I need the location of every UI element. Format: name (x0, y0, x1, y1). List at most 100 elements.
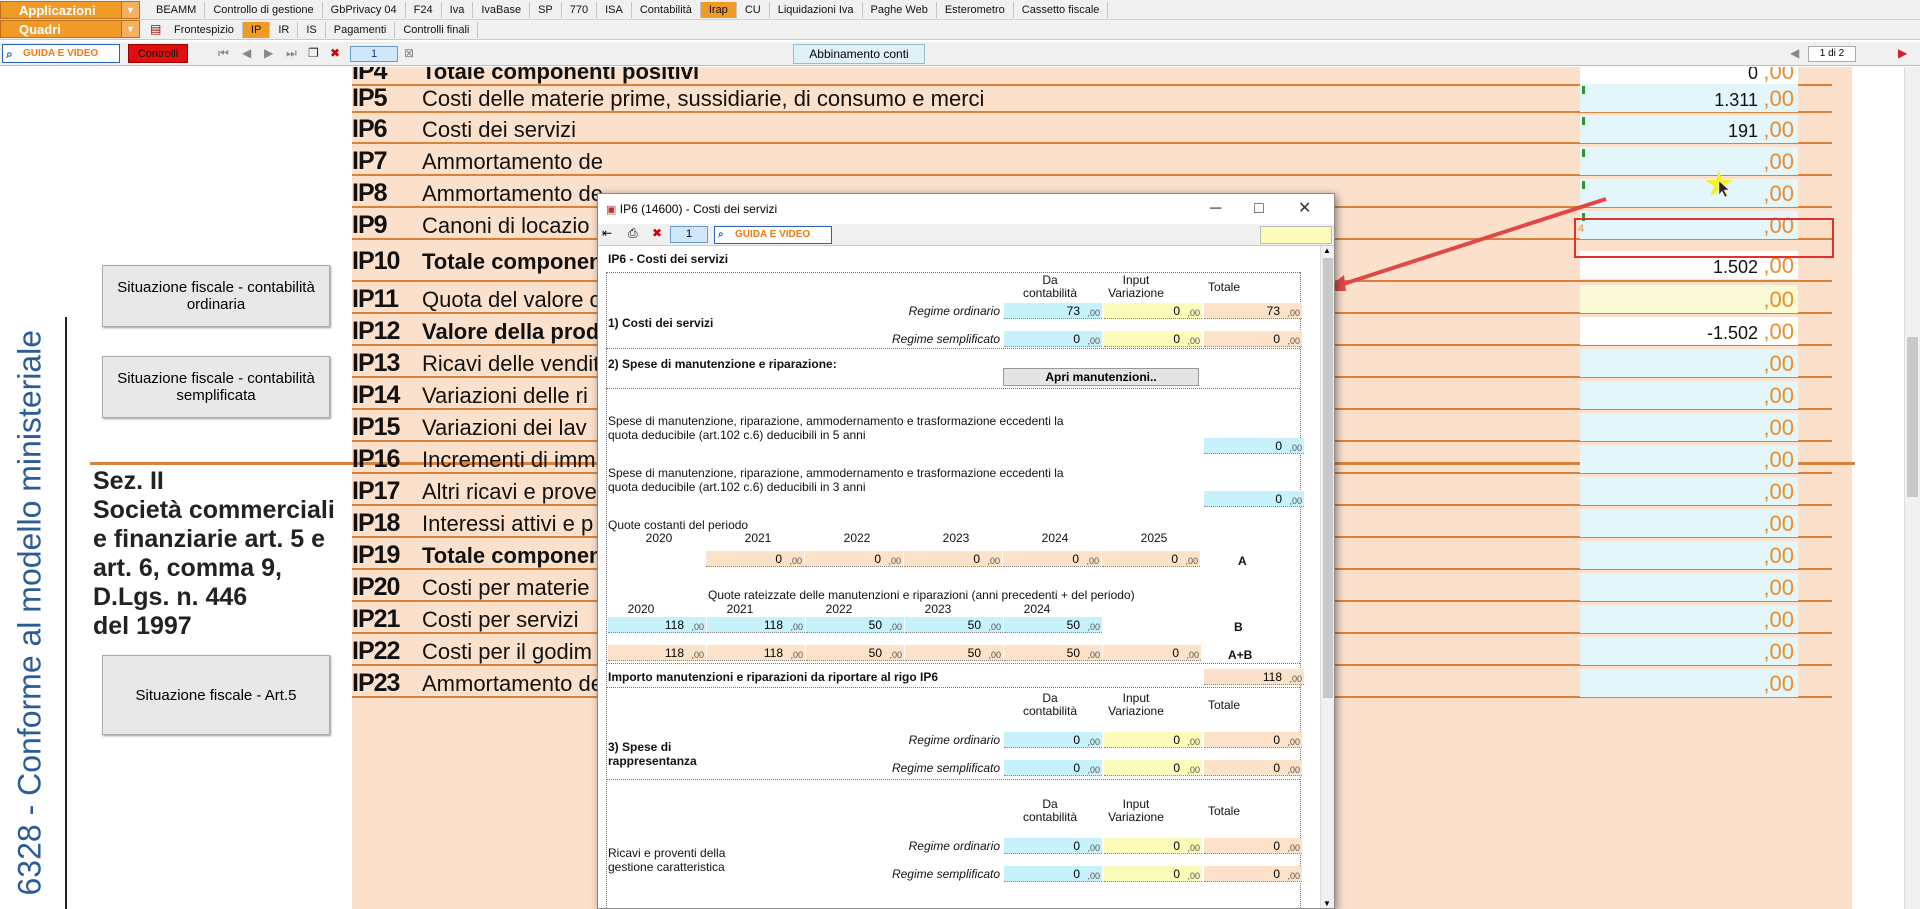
s1-sem-field-1[interactable]: 0,00 (1104, 331, 1202, 347)
applicazioni-dropdown[interactable]: Applicazioni ▼ (0, 0, 140, 19)
s1-ord-field-0[interactable]: 73,00 (1004, 303, 1102, 319)
page-number-field[interactable]: 1 (350, 46, 398, 62)
minimize-icon[interactable]: ─ (1210, 194, 1221, 224)
dialog-scrollbar[interactable]: ▲ ▼ (1320, 246, 1334, 908)
quota-b-field[interactable]: 50,00 (806, 617, 904, 633)
menu-item[interactable]: CU (737, 2, 770, 18)
delete-icon[interactable]: ✖ (330, 46, 340, 60)
copy-icon[interactable]: ❐ (308, 46, 319, 60)
chevron-down-icon[interactable]: ▼ (121, 1, 139, 18)
scroll-down-icon[interactable]: ▼ (1323, 899, 1331, 908)
row-value-field[interactable]: ,00 (1580, 669, 1798, 697)
quadri-tab[interactable]: Controlli finali (395, 22, 479, 38)
spese-3-anni-field[interactable]: 0,00 (1204, 491, 1304, 507)
s3-sem-field-1[interactable]: 0,00 (1104, 760, 1202, 776)
s3-sem-field-0[interactable]: 0,00 (1004, 760, 1102, 776)
s3-ord-field-0[interactable]: 0,00 (1004, 732, 1102, 748)
chevron-down-icon[interactable]: ▼ (121, 21, 139, 37)
menu-item[interactable]: Contabilità (632, 2, 701, 18)
menu-item[interactable]: F24 (406, 2, 442, 18)
abbinamento-conti-button[interactable]: Abbinamento conti (793, 44, 925, 64)
quota-a-field[interactable]: 0,00 (1003, 551, 1101, 567)
s3-ord-field-1[interactable]: 0,00 (1104, 732, 1202, 748)
s4-ord-field-1[interactable]: 0,00 (1104, 838, 1202, 854)
last-page-icon[interactable]: ⏭ (286, 46, 297, 61)
row-value-field[interactable]: ,00 (1580, 445, 1798, 473)
row-value-field[interactable]: ,00 (1580, 381, 1798, 409)
s4-sem-field-0[interactable]: 0,00 (1004, 866, 1102, 882)
quota-b-field[interactable]: 118,00 (707, 617, 805, 633)
s3-ord-field-2[interactable]: 0,00 (1204, 732, 1302, 748)
quota-ab-field[interactable]: 118,00 (608, 645, 706, 661)
dialog-guida-button[interactable]: ⌕ GUIDA E VIDEO (714, 226, 832, 244)
exit-icon[interactable]: ⇤ (602, 226, 612, 240)
menu-item[interactable]: 770 (562, 2, 598, 18)
dialog-yellow-field[interactable] (1260, 226, 1332, 244)
menu-item[interactable]: IvaBase (473, 2, 531, 18)
row-value-field[interactable]: 1.311,00 (1580, 84, 1798, 112)
menu-item[interactable]: Controllo di gestione (205, 2, 323, 18)
quota-ab-field[interactable]: 50,00 (905, 645, 1003, 661)
row-value-field[interactable]: ,00 (1580, 541, 1798, 569)
controlli-button[interactable]: Controlli (128, 44, 188, 63)
menu-item[interactable]: Liquidazioni Iva (770, 2, 863, 18)
quota-b-field[interactable]: 50,00 (1004, 617, 1102, 633)
s4-ord-field-2[interactable]: 0,00 (1204, 838, 1302, 854)
main-scrollbar-thumb[interactable] (1907, 337, 1918, 497)
print-icon[interactable]: ⎙ (628, 226, 638, 241)
quota-ab-field[interactable]: 50,00 (806, 645, 904, 661)
menu-item[interactable]: Cassetto fiscale (1014, 2, 1109, 18)
next-page-icon[interactable]: ▶ (264, 46, 273, 60)
s1-ord-field-2[interactable]: 73,00 (1204, 303, 1302, 319)
menu-item[interactable]: ISA (597, 2, 632, 18)
menu-item[interactable]: Esterometro (937, 2, 1014, 18)
row-value-field[interactable]: ,00 (1580, 413, 1798, 441)
quota-ab-field[interactable]: 50,00 (1004, 645, 1102, 661)
menu-item[interactable]: Iva (442, 2, 474, 18)
s1-sem-field-0[interactable]: 0,00 (1004, 331, 1102, 347)
quadri-tab[interactable]: IS (298, 22, 326, 38)
quota-a-field[interactable]: 0,00 (1102, 551, 1200, 567)
s3-sem-field-2[interactable]: 0,00 (1204, 760, 1302, 776)
dialog-scrollbar-thumb[interactable] (1323, 258, 1333, 698)
menu-item[interactable]: SP (530, 2, 562, 18)
scroll-up-icon[interactable]: ▲ (1323, 246, 1331, 255)
s4-sem-field-1[interactable]: 0,00 (1104, 866, 1202, 882)
quadri-dropdown[interactable]: Quadri ▼ (0, 20, 140, 38)
quadri-tab[interactable]: IP (242, 22, 271, 38)
next-form-page-icon[interactable]: ▶ (1898, 46, 1907, 60)
menu-item[interactable]: BEAMM (148, 2, 206, 18)
quota-ab-field[interactable]: 0,00 (1103, 645, 1201, 661)
quadri-tab[interactable]: Frontespizio (166, 22, 243, 38)
quota-b-field[interactable]: 50,00 (905, 617, 1003, 633)
row-value-field[interactable]: ,00 (1580, 509, 1798, 537)
row-value-field[interactable]: ,00 (1580, 477, 1798, 505)
menu-item[interactable]: GbPrivacy 04 (323, 2, 406, 18)
apri-manutenzioni-button[interactable]: Apri manutenzioni.. (1003, 368, 1199, 386)
close-icon[interactable]: ✕ (1298, 194, 1311, 224)
quadri-tab[interactable]: IR (270, 22, 299, 38)
maximize-icon[interactable]: □ (1254, 194, 1264, 224)
row-value-field[interactable]: ,00 (1580, 147, 1798, 175)
situazione-art5-button[interactable]: Situazione fiscale - Art.5 (102, 655, 330, 735)
s4-ord-field-0[interactable]: 0,00 (1004, 838, 1102, 854)
guida-video-button[interactable]: ⌕ GUIDA E VIDEO (2, 44, 120, 63)
delete-icon[interactable]: ✖ (652, 226, 662, 240)
quota-a-field[interactable]: 0,00 (904, 551, 1002, 567)
situazione-semplificata-button[interactable]: Situazione fiscale - contabilità semplif… (102, 356, 330, 418)
prev-form-page-icon[interactable]: ◀ (1790, 46, 1799, 60)
row-value-field[interactable]: ,00 (1580, 637, 1798, 665)
menu-item[interactable]: Irap (700, 2, 737, 18)
situazione-ordinaria-button[interactable]: Situazione fiscale - contabilità ordinar… (102, 265, 330, 327)
s1-ord-field-1[interactable]: 0,00 (1104, 303, 1202, 319)
importo-manutenzioni-field[interactable]: 118,00 (1204, 669, 1304, 685)
clear-icon[interactable]: ⊠ (404, 46, 414, 60)
s1-sem-field-2[interactable]: 0,00 (1204, 331, 1302, 347)
dialog-page-field[interactable]: 1 (670, 226, 708, 243)
spese-5-anni-field[interactable]: 0,00 (1204, 438, 1304, 454)
s4-sem-field-2[interactable]: 0,00 (1204, 866, 1302, 882)
quota-b-field[interactable]: 118,00 (608, 617, 706, 633)
row-value-field[interactable]: 191,00 (1580, 115, 1798, 143)
quadri-tab[interactable]: Pagamenti (326, 22, 396, 38)
row-value-field[interactable]: ,00 (1580, 573, 1798, 601)
